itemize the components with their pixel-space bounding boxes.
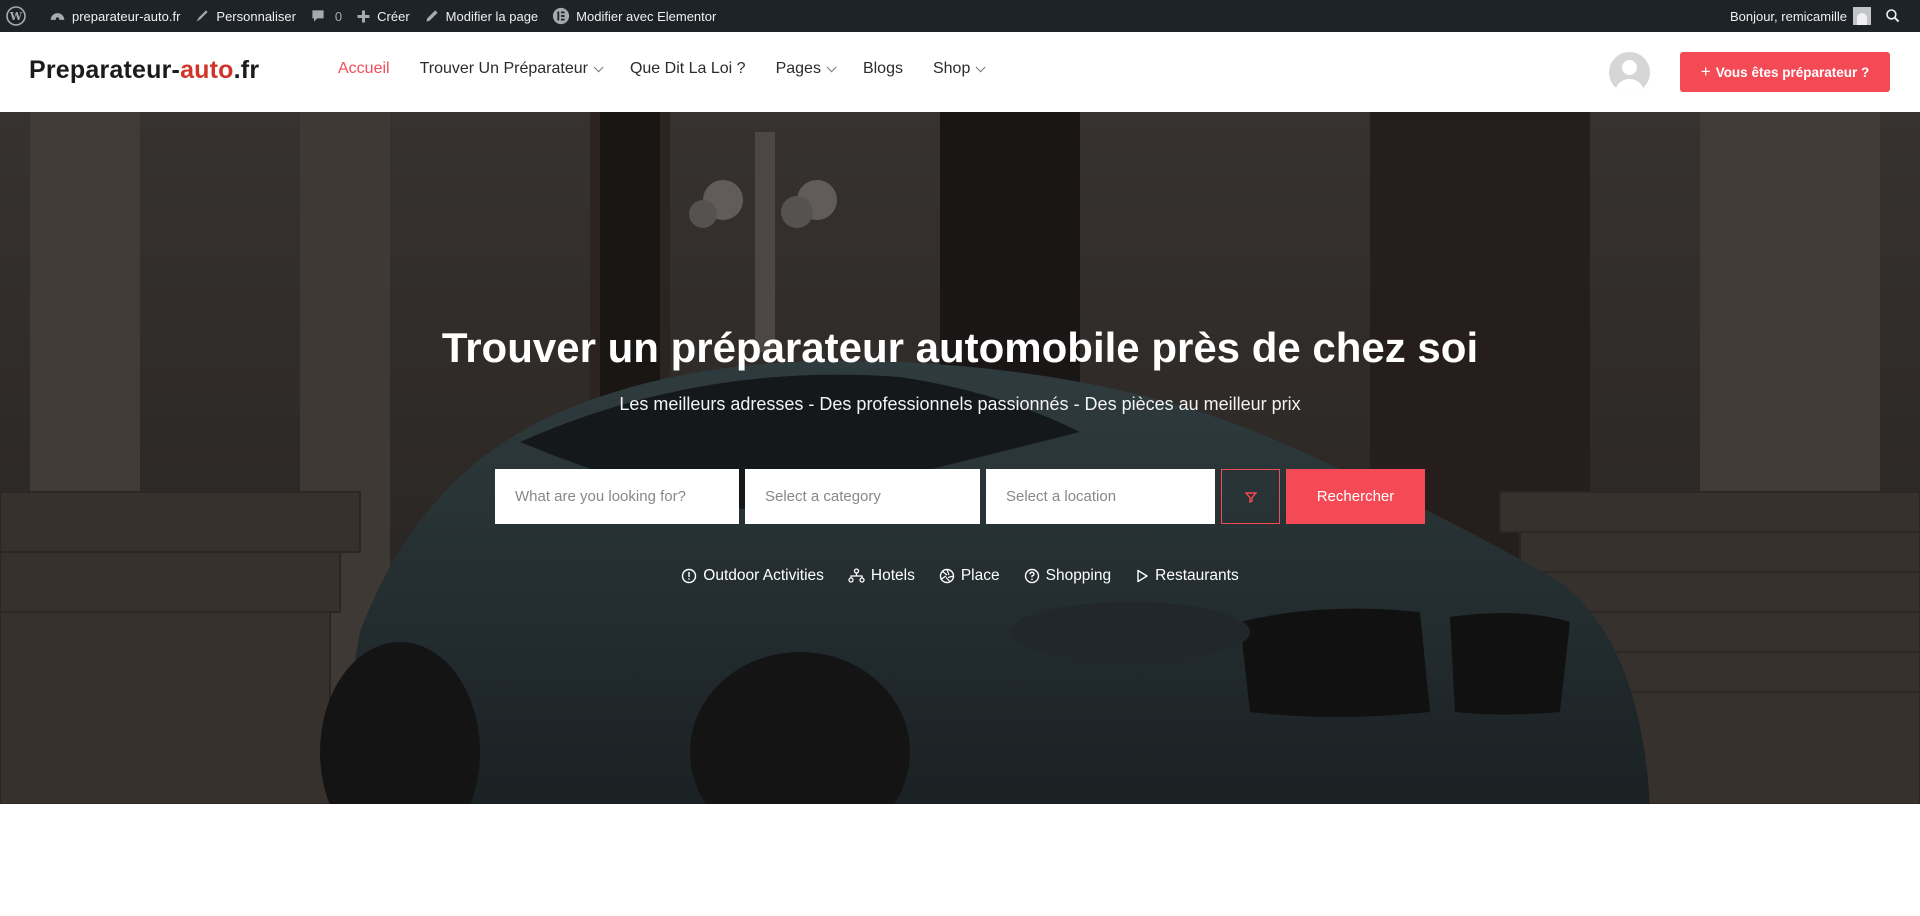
- main-nav: Accueil Trouver Un Préparateur Que Dit L…: [338, 60, 1012, 78]
- edit-page-label: Modifier la page: [445, 8, 539, 24]
- location-select[interactable]: Select a location: [986, 469, 1215, 524]
- info-circle-icon: [682, 568, 697, 584]
- my-account-link[interactable]: Bonjour, remicamille: [1723, 0, 1878, 32]
- nav-label: Shop: [932, 60, 971, 77]
- category-label: Restaurants: [1155, 567, 1239, 584]
- admin-bar: W preparateur-auto.fr Personnaliser 0 Cr…: [0, 0, 1920, 32]
- search-button[interactable]: Rechercher: [1286, 469, 1425, 524]
- user-avatar-small: [1853, 7, 1871, 25]
- category-place[interactable]: Place: [939, 567, 1000, 585]
- keyword-input[interactable]: What are you looking for?: [495, 469, 739, 524]
- nav-label: Blogs: [862, 60, 903, 77]
- category-label: Shopping: [1045, 567, 1112, 584]
- category-label: Outdoor Activities: [703, 567, 824, 584]
- hero-section: Trouver un préparateur automobile près d…: [0, 112, 1920, 804]
- hero-title: Trouver un préparateur automobile près d…: [441, 324, 1479, 371]
- category-hotels[interactable]: Hotels: [848, 567, 915, 585]
- nav-label: Que Dit La Loi ?: [629, 60, 746, 77]
- aperture-icon: [939, 568, 955, 584]
- chevron-down-icon: [976, 61, 986, 72]
- filter-button[interactable]: [1221, 469, 1280, 524]
- nav-label: Pages: [775, 60, 821, 77]
- comments-count: 0: [334, 8, 343, 24]
- search-icon: [1886, 9, 1900, 23]
- edit-page-link[interactable]: Modifier la page: [417, 0, 546, 32]
- nav-item-que-dit-la-loi[interactable]: Que Dit La Loi ?: [630, 60, 746, 78]
- nav-item-accueil[interactable]: Accueil: [338, 60, 390, 78]
- user-avatar[interactable]: [1609, 52, 1650, 93]
- category-links: Outdoor Activities Hotels Place Shopping…: [0, 567, 1920, 585]
- new-label: Créer: [377, 8, 410, 24]
- nav-label: Trouver Un Préparateur: [419, 60, 588, 77]
- elementor-icon: [553, 7, 570, 25]
- new-content-link[interactable]: Créer: [349, 0, 417, 32]
- category-outdoor-activities[interactable]: Outdoor Activities: [681, 567, 824, 585]
- edit-elementor-label: Modifier avec Elementor: [576, 8, 717, 24]
- hero-subtitle: Les meilleurs adresses - Des professionn…: [619, 394, 1301, 414]
- edit-elementor-link[interactable]: Modifier avec Elementor: [545, 0, 723, 32]
- nav-item-pages[interactable]: Pages: [775, 60, 837, 78]
- add-listing-button[interactable]: + Vous êtes préparateur ?: [1680, 52, 1890, 92]
- chevron-down-icon: [826, 61, 837, 72]
- add-listing-label: Vous êtes préparateur ?: [1715, 64, 1870, 80]
- pencil-icon: [426, 10, 438, 22]
- network-icon: [848, 568, 865, 583]
- admin-search-button[interactable]: [1878, 0, 1914, 32]
- customize-label: Personnaliser: [216, 8, 296, 24]
- category-select[interactable]: Select a category: [745, 469, 980, 524]
- wordpress-icon: W: [6, 6, 26, 26]
- dashboard-icon: [50, 12, 65, 21]
- plus-icon: +: [1700, 62, 1711, 81]
- wordpress-menu[interactable]: W: [0, 0, 42, 32]
- svg-text:W: W: [9, 10, 23, 23]
- category-label: Hotels: [870, 567, 915, 584]
- nav-item-blogs[interactable]: Blogs: [863, 60, 903, 78]
- question-circle-icon: [1024, 568, 1039, 584]
- search-form: What are you looking for? Select a categ…: [495, 469, 1425, 524]
- comment-icon: [312, 10, 324, 22]
- category-shopping[interactable]: Shopping: [1024, 567, 1112, 585]
- chevron-down-icon: [593, 61, 604, 72]
- site-name: preparateur-auto.fr: [72, 8, 181, 24]
- greeting-label: Bonjour, remicamille: [1729, 8, 1847, 24]
- logo-text-tld: .fr: [233, 56, 260, 84]
- page-content-area: [0, 804, 1920, 916]
- comments-link[interactable]: 0: [303, 0, 349, 32]
- filter-icon: [1244, 491, 1257, 503]
- plus-icon: [357, 10, 370, 22]
- brush-icon: [196, 10, 209, 22]
- site-header: Preparateur-auto.fr Accueil Trouver Un P…: [0, 32, 1920, 112]
- customize-link[interactable]: Personnaliser: [187, 0, 303, 32]
- logo-text-main: Preparateur-: [29, 56, 181, 84]
- category-restaurants[interactable]: Restaurants: [1135, 567, 1239, 585]
- play-icon: [1137, 569, 1148, 583]
- site-logo[interactable]: Preparateur-auto.fr: [29, 56, 259, 85]
- nav-item-shop[interactable]: Shop: [932, 60, 986, 78]
- nav-label: Accueil: [338, 60, 390, 77]
- hero-overlay: [0, 112, 1920, 804]
- nav-item-trouver-un-preparateur[interactable]: Trouver Un Préparateur: [419, 60, 604, 78]
- site-name-link[interactable]: preparateur-auto.fr: [42, 0, 187, 32]
- logo-text-accent: auto: [180, 56, 234, 84]
- category-label: Place: [960, 567, 1000, 584]
